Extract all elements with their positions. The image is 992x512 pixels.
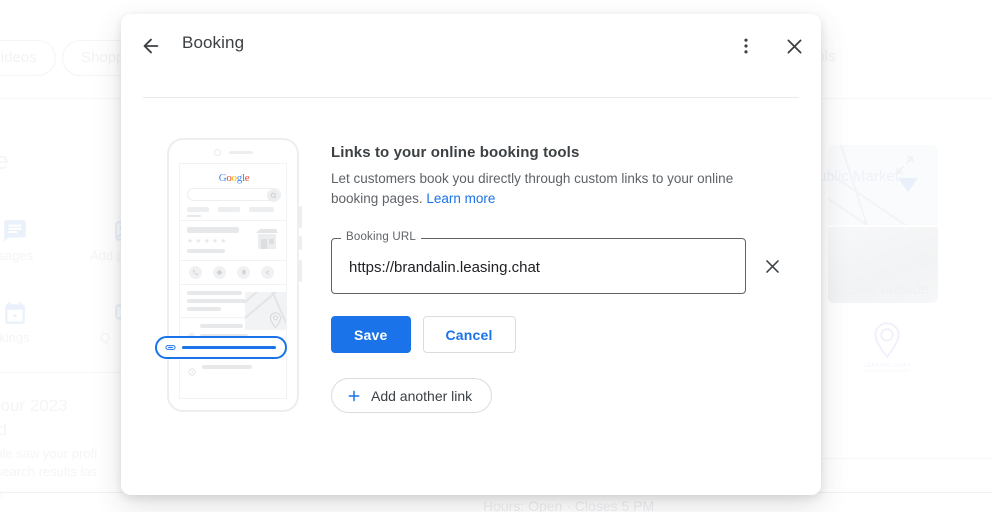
- bg-profile-title: le: [0, 148, 9, 175]
- category-bar: [187, 249, 225, 253]
- bg-see-outside-label: See outside: [850, 281, 930, 298]
- booking-url-input[interactable]: [347, 239, 747, 295]
- save-button[interactable]: Save: [331, 316, 411, 353]
- bg-brand-pin: LEASING CHAT SACRAMENTO MARKET: [862, 322, 912, 373]
- clear-booking-url-icon[interactable]: [758, 251, 787, 281]
- back-arrow-icon[interactable]: [133, 28, 169, 64]
- active-tab-underline: [187, 215, 201, 217]
- save-icon: [237, 266, 250, 279]
- filter-chip: [249, 207, 274, 212]
- bg-map-label: ublic Market: [818, 168, 899, 185]
- bg-perf-line-4: r search results las: [0, 464, 98, 479]
- link-url-bar: [182, 346, 276, 349]
- star-icon: ★: [187, 238, 194, 245]
- bg-action-label-ask: Q: [100, 330, 111, 345]
- business-name-bar: [187, 227, 239, 233]
- storefront-icon: [254, 227, 280, 251]
- add-another-link-label: Add another link: [371, 387, 473, 404]
- booking-dialog: Booking Google ★ ★ ★ ★ ★ Links to your o…: [121, 14, 821, 495]
- bg-action-label-addphoto: Add p: [90, 248, 124, 263]
- divider: [180, 260, 286, 261]
- phone-power-button: [299, 260, 302, 282]
- hours-bar: [202, 365, 252, 369]
- detail-bar: [187, 291, 242, 295]
- share-icon: [261, 266, 274, 279]
- booking-url-row: Booking URL: [331, 231, 787, 295]
- star-icon: ★: [203, 238, 210, 245]
- bg-perf-line-5: n: [0, 486, 3, 501]
- clock-icon: [188, 363, 196, 381]
- call-icon: [189, 266, 202, 279]
- learn-more-link[interactable]: Learn more: [426, 191, 495, 206]
- phone-volume-button-2: [299, 236, 302, 250]
- filter-chip: [187, 207, 209, 212]
- highlighted-booking-link: [155, 336, 287, 359]
- dialog-header: Booking: [121, 14, 821, 98]
- bg-action-label-messages: ssages: [0, 248, 34, 263]
- bg-perf-line-1: your 2023: [0, 396, 68, 415]
- add-another-link-button[interactable]: Add another link: [331, 378, 493, 413]
- bg-hours: Hours: Open · Closes 5 PM: [483, 498, 655, 512]
- divider: [180, 284, 286, 285]
- bg-map: [828, 145, 938, 225]
- dialog-title: Booking: [182, 33, 245, 52]
- bg-perf-line-3: ople saw your profi: [0, 446, 98, 461]
- section-description-text: Let customers book you directly through …: [331, 171, 734, 206]
- rating-stars: ★ ★ ★ ★ ★: [187, 238, 226, 245]
- calendar-icon: [2, 300, 28, 331]
- link-icon: [165, 342, 176, 353]
- cancel-button[interactable]: Cancel: [422, 316, 516, 353]
- logo-letter: e: [244, 172, 250, 184]
- google-logo: Google: [180, 172, 286, 184]
- search-icon: [267, 189, 280, 202]
- close-icon[interactable]: [776, 28, 812, 64]
- bg-chip-label: Videos: [0, 49, 37, 66]
- phone-camera-dot: [214, 149, 221, 156]
- header-divider: [143, 97, 799, 98]
- action-buttons: Save Cancel: [331, 316, 787, 353]
- expand-icon: [895, 155, 915, 180]
- bg-perf-line-2: rd: [0, 420, 8, 439]
- message-icon: [2, 218, 28, 249]
- booking-links-section: Links to your online booking tools Let c…: [331, 144, 787, 413]
- bg-action-label-bookings: okings: [0, 330, 30, 345]
- address-bar: [200, 324, 243, 328]
- bg-map-marker: [898, 178, 918, 192]
- detail-bar: [187, 307, 221, 311]
- filter-chip: [218, 207, 240, 212]
- star-icon: ★: [211, 238, 219, 245]
- star-icon: ★: [195, 238, 202, 245]
- section-heading: Links to your online booking tools: [331, 144, 580, 161]
- bg-divider-3: [820, 458, 992, 459]
- plus-icon: [346, 388, 362, 404]
- phone-volume-button: [299, 206, 302, 228]
- search-input: [187, 188, 281, 202]
- bg-chip-videos: Videos: [0, 40, 56, 76]
- detail-bar: [187, 299, 249, 303]
- more-vert-icon[interactable]: [728, 28, 764, 64]
- directions-icon: [213, 266, 226, 279]
- phone-speaker: [229, 151, 253, 154]
- star-icon: ★: [220, 238, 227, 245]
- phone-screen: Google ★ ★ ★ ★ ★: [179, 163, 287, 399]
- phone-illustration: Google ★ ★ ★ ★ ★: [155, 138, 302, 412]
- section-description: Let customers book you directly through …: [331, 169, 771, 209]
- booking-url-field[interactable]: Booking URL: [331, 231, 747, 295]
- divider: [180, 220, 286, 221]
- place-pin-icon: [269, 312, 282, 333]
- bg-brand-sub: SACRAMENTO MARKET: [864, 369, 910, 373]
- screen: Videos Shopping ools le ssages Add p oki…: [0, 0, 992, 512]
